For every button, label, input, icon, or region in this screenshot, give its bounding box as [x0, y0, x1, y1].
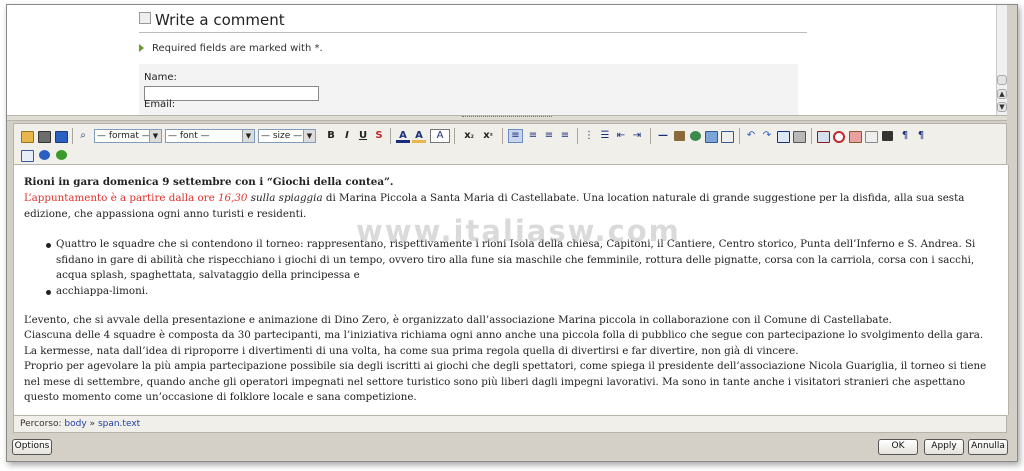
list-item: acchiappa-limoni. [46, 284, 996, 300]
comment-form: Name: Email: [139, 64, 798, 115]
ltr-icon[interactable]: ¶ [898, 129, 912, 143]
path-crumb-span[interactable]: span.text [98, 419, 140, 429]
eraser-icon[interactable] [848, 129, 862, 143]
article-heading: Rioni in gara domenica 9 settembre con i… [24, 176, 394, 188]
underline-button[interactable]: U [356, 129, 370, 143]
preview-scrollbar[interactable]: ▲ ▼ [996, 5, 1007, 115]
toolbar-separator [502, 128, 503, 144]
name-label: Name: [144, 72, 177, 83]
size-select-value: — size — [261, 131, 303, 141]
scroll-up-icon[interactable]: ▲ [997, 89, 1007, 99]
save-copy-icon[interactable] [37, 129, 51, 143]
paragraph-1-time: 16,30 [217, 192, 248, 204]
find-icon[interactable]: ⌕ [76, 129, 90, 143]
toolbar-separator [739, 128, 740, 144]
splitter-grip[interactable] [462, 116, 552, 120]
redo-icon[interactable]: ↷ [760, 129, 774, 143]
font-select[interactable]: — font — ▼ [165, 129, 255, 143]
page-icon [139, 12, 151, 24]
paragraph-3: Ciascuna delle 4 squadre è composta da 3… [24, 329, 984, 357]
paragraph-1-italic: sulla spiaggia [247, 192, 323, 204]
source-icon[interactable] [20, 148, 34, 162]
outdent-icon[interactable]: ⇤ [614, 129, 628, 143]
path-crumb-body[interactable]: body [64, 419, 86, 429]
style-icon[interactable]: A [430, 129, 450, 143]
cancel-button[interactable]: Annulla [968, 439, 1008, 455]
superscript-button[interactable]: x² [479, 129, 497, 143]
path-label: Percorso: [20, 419, 62, 429]
format-select-value: — format — [97, 131, 151, 141]
chevron-down-icon: ▼ [149, 130, 161, 142]
toolbar-separator [650, 128, 651, 144]
superscript-mark: ² [489, 132, 493, 140]
image-icon[interactable] [704, 129, 718, 143]
pane-splitter[interactable] [7, 115, 1007, 121]
watermark: www.italiasw.com [356, 214, 681, 248]
comment-heading-text: Write a comment [155, 11, 285, 29]
preview-icon[interactable] [816, 129, 830, 143]
size-select[interactable]: — size — ▼ [258, 129, 316, 143]
italic-button[interactable]: I [340, 129, 354, 143]
element-path-bar: Percorso: body » span.text [13, 415, 1007, 433]
import-icon[interactable] [54, 129, 68, 143]
required-note: Required fields are marked with *. [139, 43, 323, 54]
chevron-down-icon: ▼ [242, 130, 254, 142]
options-button[interactable]: Options [12, 439, 52, 455]
ordered-list-icon[interactable]: ⋮ [582, 129, 596, 143]
subscript-button[interactable]: x₂ [460, 129, 478, 143]
format-select[interactable]: — format — ▼ [94, 129, 162, 143]
insert-row-icon[interactable] [880, 129, 894, 143]
apply-button[interactable]: Apply [924, 439, 964, 455]
strikethrough-button[interactable]: S [372, 129, 386, 143]
path-separator: » [89, 419, 96, 429]
spellcheck-icon[interactable] [832, 129, 846, 143]
horizontal-rule-icon[interactable]: — [656, 129, 670, 143]
ok-button[interactable]: OK [878, 439, 918, 455]
undo-icon[interactable]: ↶ [744, 129, 758, 143]
highlight-button[interactable]: A [412, 129, 426, 143]
align-right-icon[interactable]: ≡ [542, 129, 556, 143]
toolbar-separator [577, 128, 578, 144]
paragraph-2: L’evento, che si avvale della presentazi… [24, 314, 892, 326]
scroll-thumb[interactable] [997, 75, 1007, 85]
divider [139, 32, 807, 33]
print-icon[interactable] [792, 129, 806, 143]
subscript-mark: ₂ [470, 132, 474, 140]
about-icon[interactable] [54, 148, 68, 162]
align-center-icon[interactable]: ≡ [526, 129, 540, 143]
link-icon[interactable] [688, 129, 702, 143]
grid-icon[interactable] [776, 129, 790, 143]
format-icon[interactable] [864, 129, 878, 143]
justify-icon[interactable]: ≡ [558, 129, 572, 143]
toolbar-separator [72, 128, 73, 144]
paragraph-4: Proprio per agevolare la più ampia parte… [24, 360, 987, 403]
indent-icon[interactable]: ⇥ [630, 129, 644, 143]
comment-heading: Write a comment [139, 11, 285, 29]
font-select-value: — font — [168, 131, 210, 141]
required-note-text: Required fields are marked with *. [152, 43, 323, 54]
preview-pane: Write a comment Required fields are mark… [7, 5, 1007, 115]
arrow-icon [139, 44, 144, 52]
font-color-button[interactable]: A [396, 129, 410, 143]
toolbar-separator [454, 128, 455, 144]
toolbar-separator [811, 128, 812, 144]
chevron-down-icon: ▼ [303, 130, 315, 142]
rtl-icon[interactable]: ¶ [914, 129, 928, 143]
editor-content[interactable]: Rioni in gara domenica 9 settembre con i… [13, 165, 1009, 415]
toolbar-separator [390, 128, 391, 144]
help-icon[interactable] [37, 148, 51, 162]
editor-toolbar: ⌕ — format — ▼ — font — ▼ — size — ▼ B I U … [13, 123, 1007, 165]
bold-button[interactable]: B [324, 129, 338, 143]
scroll-down-icon[interactable]: ▼ [997, 102, 1007, 112]
insert-object-icon[interactable] [672, 129, 686, 143]
editor-dialog: Write a comment Required fields are mark… [6, 4, 1018, 462]
email-label: Email: [144, 99, 176, 110]
align-left-icon[interactable]: ≡ [508, 129, 523, 143]
paragraph-1-red: L’appuntamento è a partire dalla ore [24, 192, 218, 204]
open-folder-icon[interactable] [20, 129, 34, 143]
unordered-list-icon[interactable]: ☰ [598, 129, 612, 143]
table-icon[interactable] [720, 129, 734, 143]
